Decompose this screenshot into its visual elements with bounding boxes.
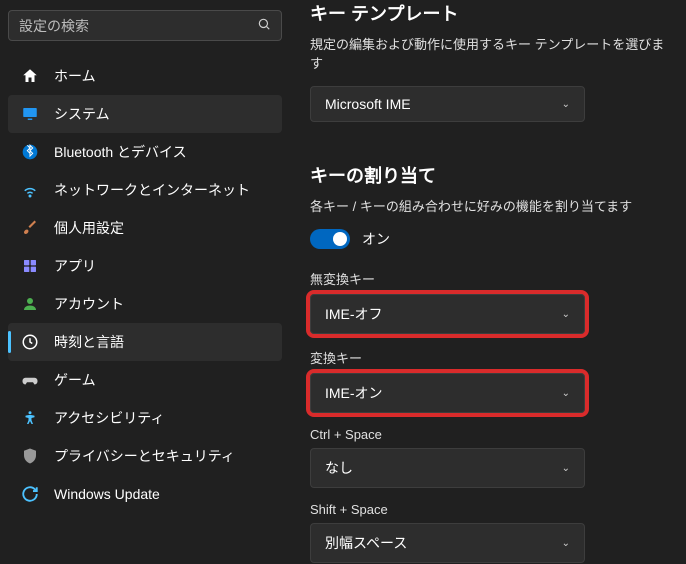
- sidebar-item-apps[interactable]: アプリ: [8, 247, 282, 285]
- home-icon: [20, 66, 40, 86]
- chevron-down-icon: ⌄: [562, 463, 570, 474]
- sidebar-item-label: 時刻と言語: [54, 332, 124, 352]
- accessibility-icon: [20, 408, 40, 428]
- ctrlspace-label: Ctrl + Space: [310, 427, 666, 442]
- assign-desc: 各キー / キーの組み合わせに好みの機能を割り当てます: [310, 196, 666, 215]
- muhenkan-label: 無変換キー: [310, 269, 666, 288]
- sidebar-item-bluetooth[interactable]: Bluetooth とデバイス: [8, 133, 282, 171]
- dropdown-value: Microsoft IME: [325, 96, 411, 112]
- apps-icon: [20, 256, 40, 276]
- chevron-down-icon: ⌄: [562, 538, 570, 549]
- search-icon: [257, 17, 271, 34]
- sidebar-item-label: Windows Update: [54, 486, 160, 502]
- chevron-down-icon: ⌄: [562, 309, 570, 320]
- content-pane: キー テンプレート 規定の編集および動作に使用するキー テンプレートを選びます …: [290, 0, 686, 564]
- assign-toggle-row: オン: [310, 229, 666, 249]
- search-input[interactable]: [19, 18, 257, 34]
- template-desc: 規定の編集および動作に使用するキー テンプレートを選びます: [310, 34, 666, 72]
- shiftspace-dropdown[interactable]: 別幅スペース ⌄: [310, 523, 585, 563]
- sidebar-item-label: アカウント: [54, 294, 124, 314]
- sidebar-item-accessibility[interactable]: アクセシビリティ: [8, 399, 282, 437]
- search-box[interactable]: [8, 10, 282, 41]
- bluetooth-icon: [20, 142, 40, 162]
- sidebar-item-personalization[interactable]: 個人用設定: [8, 209, 282, 247]
- dropdown-value: IME-オフ: [325, 304, 383, 324]
- muhenkan-dropdown[interactable]: IME-オフ ⌄: [310, 294, 585, 334]
- system-icon: [20, 104, 40, 124]
- toggle-label: オン: [362, 229, 390, 249]
- sidebar-item-label: アプリ: [54, 256, 96, 276]
- sidebar-item-label: ホーム: [54, 66, 96, 86]
- assign-toggle[interactable]: [310, 229, 350, 249]
- sidebar-item-privacy[interactable]: プライバシーとセキュリティ: [8, 437, 282, 475]
- assign-title: キーの割り当て: [310, 162, 666, 188]
- sidebar: ホーム システム Bluetooth とデバイス ネットワークとインターネット …: [0, 0, 290, 564]
- brush-icon: [20, 218, 40, 238]
- sidebar-item-label: アクセシビリティ: [54, 408, 164, 428]
- sidebar-item-label: システム: [54, 104, 110, 124]
- sidebar-item-network[interactable]: ネットワークとインターネット: [8, 171, 282, 209]
- gamepad-icon: [20, 370, 40, 390]
- template-dropdown[interactable]: Microsoft IME ⌄: [310, 86, 585, 122]
- person-icon: [20, 294, 40, 314]
- ctrlspace-dropdown[interactable]: なし ⌄: [310, 448, 585, 488]
- henkan-label: 変換キー: [310, 348, 666, 367]
- sidebar-item-label: ネットワークとインターネット: [54, 180, 250, 200]
- sidebar-item-label: 個人用設定: [54, 218, 124, 238]
- shield-icon: [20, 446, 40, 466]
- sidebar-item-home[interactable]: ホーム: [8, 57, 282, 95]
- sidebar-item-label: ゲーム: [54, 370, 96, 390]
- sidebar-item-gaming[interactable]: ゲーム: [8, 361, 282, 399]
- sidebar-item-label: プライバシーとセキュリティ: [54, 446, 235, 466]
- chevron-down-icon: ⌄: [562, 99, 570, 110]
- shiftspace-label: Shift + Space: [310, 502, 666, 517]
- sidebar-item-system[interactable]: システム: [8, 95, 282, 133]
- dropdown-value: なし: [325, 458, 353, 478]
- sidebar-item-accounts[interactable]: アカウント: [8, 285, 282, 323]
- chevron-down-icon: ⌄: [562, 388, 570, 399]
- template-title: キー テンプレート: [310, 0, 666, 26]
- wifi-icon: [20, 180, 40, 200]
- dropdown-value: IME-オン: [325, 383, 383, 403]
- clock-globe-icon: [20, 332, 40, 352]
- sidebar-item-time-language[interactable]: 時刻と言語: [8, 323, 282, 361]
- dropdown-value: 別幅スペース: [325, 533, 407, 553]
- update-icon: [20, 484, 40, 504]
- sidebar-item-update[interactable]: Windows Update: [8, 475, 282, 513]
- sidebar-item-label: Bluetooth とデバイス: [54, 142, 187, 162]
- henkan-dropdown[interactable]: IME-オン ⌄: [310, 373, 585, 413]
